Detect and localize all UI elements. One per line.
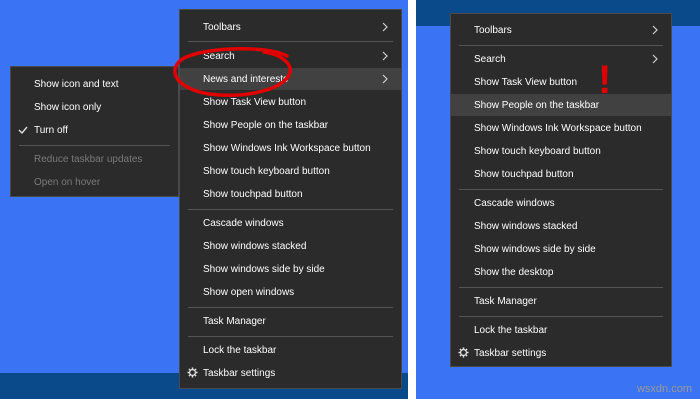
menu-item-label: Show touch keyboard button	[474, 145, 601, 157]
menu-item-taskbar-settings[interactable]: Taskbar settings	[180, 362, 401, 384]
menu-item-people[interactable]: Show People on the taskbar	[180, 114, 401, 136]
menu-item-label: Show touchpad button	[474, 168, 574, 180]
menu-item-taskbar-settings[interactable]: Taskbar settings	[451, 342, 671, 364]
menu-item-people[interactable]: Show People on the taskbar	[451, 94, 671, 116]
menu-item-label: Show windows stacked	[203, 240, 307, 252]
menu-item-label: Cascade windows	[474, 197, 555, 209]
menu-item-ink-workspace[interactable]: Show Windows Ink Workspace button	[451, 117, 671, 139]
menu-separator	[459, 316, 663, 317]
menu-item-label: Lock the taskbar	[203, 344, 277, 356]
red-highlight-circle	[173, 46, 292, 97]
menu-item-label: Show Task View button	[474, 76, 578, 88]
submenu-item-reduce-taskbar-updates: Reduce taskbar updates	[11, 148, 178, 170]
menu-item-touch-keyboard[interactable]: Show touch keyboard button	[180, 160, 401, 182]
menu-separator	[188, 209, 393, 210]
menu-separator	[19, 145, 170, 146]
menu-item-stacked[interactable]: Show windows stacked	[180, 235, 401, 257]
menu-item-cascade[interactable]: Cascade windows	[451, 192, 671, 214]
menu-item-toolbars[interactable]: Toolbars	[451, 19, 671, 41]
menu-item-touch-keyboard[interactable]: Show touch keyboard button	[451, 140, 671, 162]
menu-item-touchpad[interactable]: Show touchpad button	[180, 183, 401, 205]
taskbar-context-menu-right: Toolbars Search Show Task View button Sh…	[450, 13, 672, 367]
menu-item-label: Task Manager	[474, 295, 537, 307]
menu-separator	[188, 336, 393, 337]
menu-item-label: Show touchpad button	[203, 188, 303, 200]
menu-item-label: Taskbar settings	[203, 367, 276, 379]
news-and-interests-submenu: Show icon and text Show icon only Turn o…	[10, 66, 179, 197]
menu-separator	[188, 41, 393, 42]
menu-item-label: Show Windows Ink Workspace button	[203, 142, 371, 154]
watermark: wsxdn.com	[636, 383, 692, 395]
menu-item-label: Show touch keyboard button	[203, 165, 330, 177]
menu-separator	[459, 287, 663, 288]
submenu-item-show-icon-and-text[interactable]: Show icon and text	[11, 73, 178, 95]
menu-item-label: Cascade windows	[203, 217, 284, 229]
menu-item-label: Show Windows Ink Workspace button	[474, 122, 642, 134]
menu-item-label: Show open windows	[203, 286, 295, 298]
chevron-right-icon	[652, 54, 658, 64]
menu-item-label: Turn off	[34, 124, 68, 136]
menu-item-label: Show windows stacked	[474, 220, 578, 232]
menu-item-side-by-side[interactable]: Show windows side by side	[180, 258, 401, 280]
menu-separator	[459, 189, 663, 190]
menu-item-label: Open on hover	[34, 176, 101, 188]
menu-item-label: Show People on the taskbar	[474, 99, 600, 111]
gear-icon	[187, 367, 198, 378]
menu-item-label: Reduce taskbar updates	[34, 153, 143, 165]
chevron-right-icon	[382, 51, 388, 61]
menu-item-label: Taskbar settings	[474, 347, 547, 359]
menu-item-stacked[interactable]: Show windows stacked	[451, 215, 671, 237]
menu-item-label: Toolbars	[474, 24, 512, 36]
menu-item-task-manager[interactable]: Task Manager	[451, 290, 671, 312]
menu-item-search[interactable]: Search	[451, 48, 671, 70]
menu-item-cascade[interactable]: Cascade windows	[180, 212, 401, 234]
chevron-right-icon	[382, 74, 388, 84]
chevron-right-icon	[652, 25, 658, 35]
menu-item-open-windows[interactable]: Show open windows	[180, 281, 401, 303]
menu-item-touchpad[interactable]: Show touchpad button	[451, 163, 671, 185]
menu-item-task-view[interactable]: Show Task View button	[451, 71, 671, 93]
menu-item-label: Show icon only	[34, 101, 102, 113]
menu-item-label: Show windows side by side	[203, 263, 325, 275]
menu-item-toolbars[interactable]: Toolbars	[180, 16, 401, 38]
menu-item-task-manager[interactable]: Task Manager	[180, 310, 401, 332]
menu-item-side-by-side[interactable]: Show windows side by side	[451, 238, 671, 260]
checkmark-icon	[18, 126, 28, 135]
submenu-item-open-on-hover: Open on hover	[11, 171, 178, 193]
menu-item-label: Show icon and text	[34, 78, 119, 90]
menu-item-lock-taskbar[interactable]: Lock the taskbar	[180, 339, 401, 361]
menu-item-lock-taskbar[interactable]: Lock the taskbar	[451, 319, 671, 341]
chevron-right-icon	[382, 22, 388, 32]
menu-separator	[188, 307, 393, 308]
menu-item-label: Toolbars	[203, 21, 241, 33]
red-exclamation-mark: !	[598, 58, 612, 102]
submenu-item-turn-off[interactable]: Turn off	[11, 119, 178, 141]
menu-item-show-desktop[interactable]: Show the desktop	[451, 261, 671, 283]
submenu-item-show-icon-only[interactable]: Show icon only	[11, 96, 178, 118]
menu-item-label: Show People on the taskbar	[203, 119, 329, 131]
menu-separator	[459, 45, 663, 46]
menu-item-ink-workspace[interactable]: Show Windows Ink Workspace button	[180, 137, 401, 159]
menu-item-label: Show windows side by side	[474, 243, 596, 255]
menu-item-label: Lock the taskbar	[474, 324, 548, 336]
menu-item-label: Show the desktop	[474, 266, 554, 278]
menu-item-label: Task Manager	[203, 315, 266, 327]
menu-item-label: Search	[474, 53, 506, 65]
gear-icon	[458, 347, 469, 358]
